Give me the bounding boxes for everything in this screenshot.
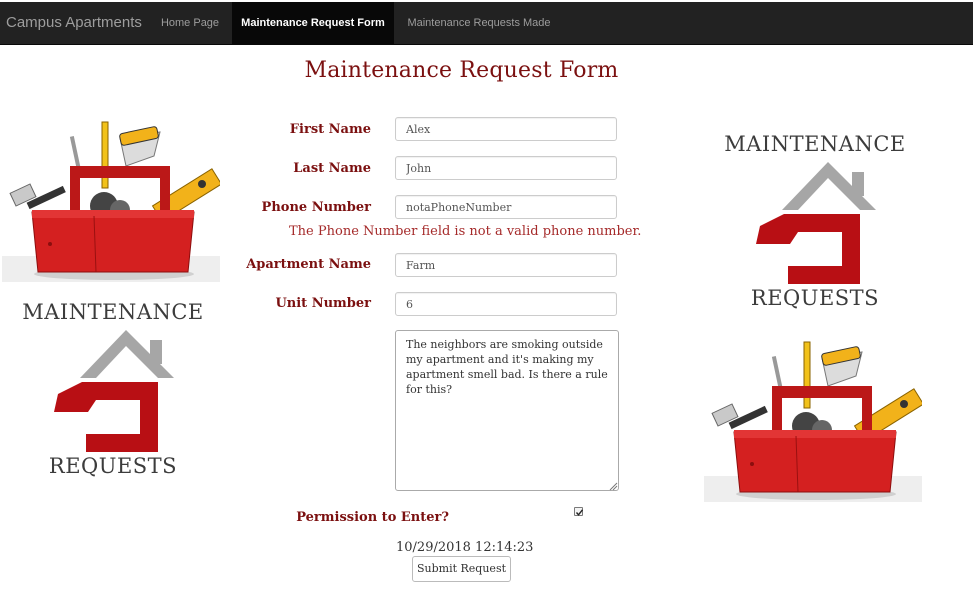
phone-number-label: Phone Number [261, 200, 371, 215]
toolbox-image-right [704, 336, 925, 506]
nav-maintenance-requests-made[interactable]: Maintenance Requests Made [394, 2, 564, 44]
unit-number-label: Unit Number [275, 296, 371, 311]
first-name-label: First Name [289, 122, 371, 137]
logo-bottom-text: REQUESTS [48, 454, 178, 478]
logo-top-text: MAINTENANCE [724, 132, 906, 156]
toolbox-icon [704, 341, 925, 502]
phone-validation-error: The Phone Number field is not a valid ph… [289, 224, 642, 239]
apartment-name-input[interactable] [395, 253, 617, 277]
unit-number-input[interactable] [395, 292, 617, 316]
phone-number-input[interactable] [395, 195, 617, 219]
permission-label: Permission to Enter? [296, 510, 449, 525]
logo-top-text: MAINTENANCE [22, 300, 204, 324]
maintenance-logo-right: MAINTENANCE REQUESTS [720, 132, 910, 316]
toolbox-icon [2, 121, 223, 282]
apartment-name-label: Apartment Name [246, 257, 371, 272]
house-wrench-icon [54, 330, 174, 452]
last-name-input[interactable] [395, 156, 617, 180]
resize-handle-icon[interactable] [608, 481, 618, 491]
logo-bottom-text: REQUESTS [750, 286, 880, 310]
last-name-label: Last Name [293, 161, 371, 176]
nav-home-page[interactable]: Home Page [147, 2, 233, 44]
maintenance-logo-left: MAINTENANCE REQUESTS [18, 300, 208, 484]
brand-link[interactable]: Campus Apartments [6, 2, 142, 44]
top-navbar: Campus Apartments Home Page Maintenance … [0, 2, 973, 45]
toolbox-image-left [2, 116, 223, 286]
permission-checkbox[interactable] [574, 507, 584, 516]
description-textarea[interactable]: The neighbors are smoking outside my apa… [395, 330, 619, 491]
submit-request-button[interactable]: Submit Request [412, 556, 511, 582]
first-name-input[interactable] [395, 117, 617, 141]
request-timestamp: 10/29/2018 12:14:23 [396, 540, 534, 555]
nav-maintenance-request-form[interactable]: Maintenance Request Form [232, 2, 394, 44]
checkmark-icon [575, 509, 584, 516]
page-title: Maintenance Request Form [304, 58, 619, 83]
house-wrench-icon [756, 162, 876, 284]
